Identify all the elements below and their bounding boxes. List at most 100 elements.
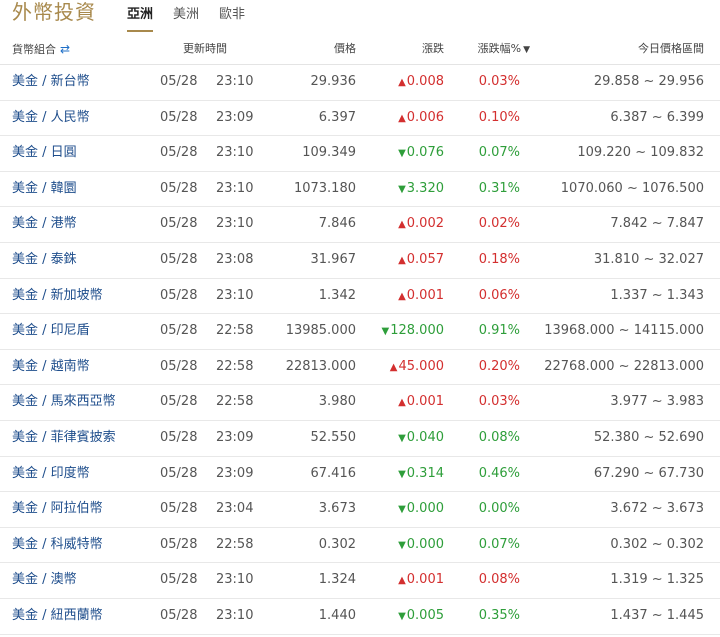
currency-pair-link[interactable]: 美金 / 紐西蘭幣 <box>12 599 103 633</box>
change-value: 0.001 <box>406 572 444 588</box>
change-value: 3.320 <box>406 180 444 196</box>
change-percent: 0.03% <box>478 74 520 89</box>
currency-pair-link[interactable]: 美金 / 新台幣 <box>12 65 90 99</box>
tab-americas[interactable]: 美洲 <box>173 6 199 32</box>
update-time: 23:10 <box>216 74 254 89</box>
col-price-header: 價格 <box>334 42 356 55</box>
currency-pair-link[interactable]: 美金 / 人民幣 <box>12 101 90 135</box>
day-range: 22768.000 ~ 22813.000 <box>544 358 704 374</box>
currency-pair-link[interactable]: 美金 / 阿拉伯幣 <box>12 492 103 526</box>
currency-pair-link[interactable]: 美金 / 科威特幣 <box>12 528 103 562</box>
change-value: 0.002 <box>406 216 444 232</box>
sort-down-icon[interactable]: ▼ <box>523 35 530 65</box>
update-date: 05/28 <box>160 287 198 303</box>
day-range: 1.319 ~ 1.325 <box>610 572 704 588</box>
update-time: 23:04 <box>216 501 254 517</box>
change-cell: ▲0.008 <box>398 65 444 100</box>
update-time: 23:09 <box>216 465 254 481</box>
update-time: 22:58 <box>216 358 254 374</box>
currency-pair-link[interactable]: 美金 / 港幣 <box>12 207 77 241</box>
forex-page: 外幣投資 亞洲 美洲 歐非 貨幣組合 ⇄ 更新時間 價格 漲跌 漲跌幅% ▼ 今日價… <box>0 0 720 637</box>
col-pair-label: 貨幣組合 <box>12 43 56 56</box>
change-value: 45.000 <box>398 358 445 374</box>
change-value: 0.000 <box>406 536 444 552</box>
price-value: 3.673 <box>318 501 356 517</box>
price-value: 1.324 <box>318 572 356 588</box>
day-range: 7.842 ~ 7.847 <box>610 216 704 232</box>
table-row: 美金 / 新加坡幣 05/28 23:10 1.342 ▲0.001 0.06% 1.337… <box>0 279 720 315</box>
update-date: 05/28 <box>160 180 198 196</box>
update-date: 05/28 <box>160 216 198 232</box>
currency-pair-link[interactable]: 美金 / 越南幣 <box>12 350 90 384</box>
table-row: 美金 / 澳幣 05/28 23:10 1.324 ▲0.001 0.08% 1.319 ~… <box>0 563 720 599</box>
day-range: 6.387 ~ 6.399 <box>610 109 704 125</box>
change-value: 0.006 <box>406 109 444 125</box>
change-cell: ▲0.001 <box>398 563 444 598</box>
currency-pair-link[interactable]: 美金 / 菲律賓披索 <box>12 421 116 455</box>
currency-pair-link[interactable]: 美金 / 新加坡幣 <box>12 279 103 313</box>
price-value: 6.397 <box>318 109 356 125</box>
arrow-up-icon: ▲ <box>398 397 406 409</box>
price-value: 29.936 <box>310 74 357 89</box>
update-time: 23:10 <box>216 572 254 588</box>
currency-pair-link[interactable]: 美金 / 韓圜 <box>12 172 77 206</box>
tab-asia[interactable]: 亞洲 <box>127 6 154 32</box>
change-value: 0.005 <box>406 607 444 623</box>
currency-pair-link[interactable]: 美金 / 印度幣 <box>12 457 90 491</box>
table-row: 美金 / 紐西蘭幣 05/28 23:10 1.440 ▼0.005 0.35% 1.437… <box>0 599 720 635</box>
currency-pair-link[interactable]: 美金 / 馬來西亞幣 <box>12 385 116 419</box>
arrow-down-icon: ▼ <box>398 432 406 444</box>
region-tabs: 亞洲 美洲 歐非 <box>127 6 265 32</box>
table-row: 美金 / 菲律賓披索 05/28 23:09 52.550 ▼0.040 0.08% 52.… <box>0 421 720 457</box>
update-date: 05/28 <box>160 465 198 481</box>
update-time: 22:58 <box>216 394 254 410</box>
change-cell: ▼3.320 <box>398 172 444 207</box>
change-percent: 0.08% <box>478 572 520 588</box>
col-pct-header[interactable]: 漲跌幅% ▼ <box>478 34 530 65</box>
tab-europe-africa[interactable]: 歐非 <box>219 6 245 32</box>
currency-pair-link[interactable]: 美金 / 澳幣 <box>12 563 77 597</box>
day-range: 109.220 ~ 109.832 <box>577 145 704 161</box>
change-value: 0.001 <box>406 287 444 303</box>
change-cell: ▼0.040 <box>398 421 444 456</box>
col-pct-label: 漲跌幅% <box>477 42 522 55</box>
price-value: 109.349 <box>302 145 356 161</box>
arrow-down-icon: ▼ <box>398 183 406 195</box>
change-cell: ▼0.314 <box>398 457 444 492</box>
change-cell: ▼0.076 <box>398 136 444 171</box>
change-value: 0.040 <box>406 429 444 445</box>
change-percent: 0.10% <box>478 109 520 125</box>
table-row: 美金 / 日圓 05/28 23:10 109.349 ▼0.076 0.07% 109.2… <box>0 136 720 172</box>
table-row: 美金 / 阿拉伯幣 05/28 23:04 3.673 ▼0.000 0.00% 3.672… <box>0 492 720 528</box>
change-value: 0.076 <box>406 145 444 161</box>
change-cell: ▲0.006 <box>398 101 444 136</box>
change-percent: 0.07% <box>478 145 520 161</box>
currency-pair-link[interactable]: 美金 / 泰銖 <box>12 243 77 277</box>
arrow-down-icon: ▼ <box>398 539 406 551</box>
day-range: 67.290 ~ 67.730 <box>593 465 704 481</box>
price-value: 3.980 <box>318 394 356 410</box>
change-cell: ▲0.057 <box>398 243 444 278</box>
change-value: 0.057 <box>406 251 444 267</box>
change-percent: 0.18% <box>478 251 520 267</box>
day-range: 31.810 ~ 32.027 <box>593 251 704 267</box>
table-row: 美金 / 科威特幣 05/28 22:58 0.302 ▼0.000 0.07% 0.302… <box>0 528 720 564</box>
table-row: 美金 / 韓圜 05/28 23:10 1073.180 ▼3.320 0.31% 1070… <box>0 172 720 208</box>
rate-table-body: 美金 / 新台幣 05/28 23:10 29.936 ▲0.008 0.03% 29.85… <box>0 65 720 635</box>
change-cell: ▼128.000 <box>382 314 444 349</box>
change-percent: 0.07% <box>478 536 520 552</box>
change-percent: 0.35% <box>478 607 520 623</box>
swap-arrows-icon[interactable]: ⇄ <box>60 34 70 64</box>
update-time: 22:58 <box>216 536 254 552</box>
arrow-up-icon: ▲ <box>398 575 406 587</box>
col-change-header: 漲跌 <box>422 42 444 55</box>
price-value: 1.440 <box>318 607 356 623</box>
currency-pair-link[interactable]: 美金 / 日圓 <box>12 136 77 170</box>
change-percent: 0.00% <box>478 501 520 517</box>
day-range: 0.302 ~ 0.302 <box>610 536 704 552</box>
update-date: 05/28 <box>160 74 198 89</box>
arrow-down-icon: ▼ <box>398 468 406 480</box>
change-cell: ▲0.001 <box>398 385 444 420</box>
price-value: 52.550 <box>310 429 357 445</box>
currency-pair-link[interactable]: 美金 / 印尼盾 <box>12 314 90 348</box>
